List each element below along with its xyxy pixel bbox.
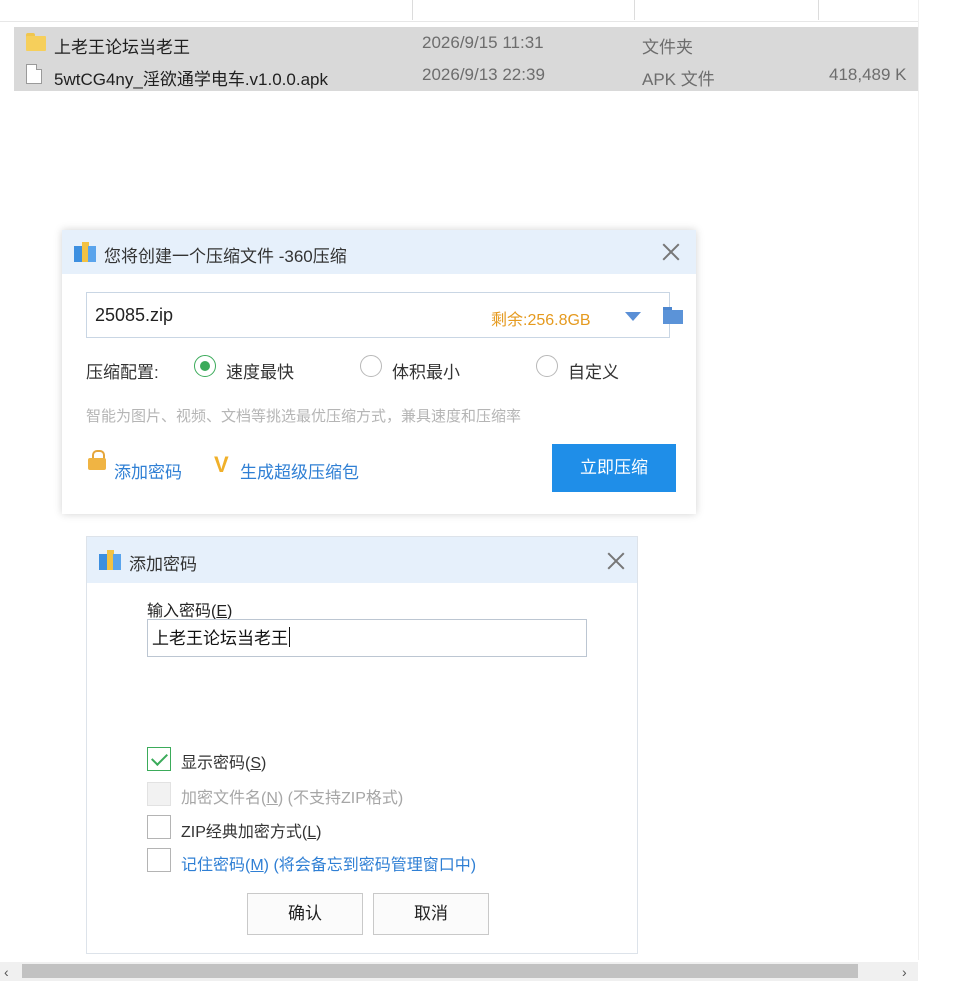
compress-config-label: 压缩配置: [86,363,159,382]
encrypt-filename-label: 加密文件名(N) (不支持ZIP格式) [181,790,404,807]
add-password-dialog: 添加密码 输入密码(E) 上老王论坛当老王 显示密码(S) 加密文件名(N) (… [86,536,638,954]
filename-text: 25085.zip [95,305,174,325]
file-type: 文件夹 [642,38,693,57]
radio-smallest-label[interactable]: 体积最小 [392,358,460,383]
password-input[interactable]: 上老王论坛当老王 [147,619,587,657]
360-zip-icon [99,550,121,570]
scrollbar-thumb[interactable] [22,964,858,978]
add-password-link[interactable]: 添加密码 [114,458,182,483]
file-icon [26,64,42,84]
vip-v-icon[interactable]: V [214,452,229,478]
file-row[interactable]: 5wtCG4ny_淫欲通学电车.v1.0.0.apk 2026/9/13 22:… [14,59,918,91]
remember-password-checkbox[interactable] [147,848,171,872]
file-date: 2026/9/15 11:31 [422,33,544,52]
browse-folder-icon[interactable] [663,307,685,325]
radio-custom[interactable] [536,355,558,377]
super-pack-link[interactable]: 生成超级压缩包 [240,458,359,483]
compress-dialog-titlebar[interactable]: 您将创建一个压缩文件 -360压缩 [62,230,696,274]
radio-smallest[interactable] [360,355,382,377]
file-row[interactable]: 上老王论坛当老王 2026/9/15 11:31 文件夹 [14,27,918,59]
file-list-header [0,0,918,22]
free-space-label: 剩余:256.8GB [491,312,591,329]
360-zip-icon [74,242,96,262]
compress-now-button[interactable]: 立即压缩 [552,444,676,492]
confirm-button[interactable]: 确认 [247,893,363,935]
cancel-button[interactable]: 取消 [373,893,489,935]
file-size: 418,489 K [829,65,907,84]
file-name: 5wtCG4ny_淫欲通学电车.v1.0.0.apk [54,70,328,89]
show-password-checkbox[interactable] [147,747,171,771]
password-input-label: 输入密码(E) [147,603,233,620]
file-date: 2026/9/13 22:39 [422,65,545,84]
chevron-down-icon[interactable] [625,312,641,321]
close-icon[interactable] [660,241,682,263]
zip-classic-encryption-checkbox[interactable] [147,815,171,839]
scroll-right-icon[interactable]: › [902,964,907,980]
file-name: 上老王论坛当老王 [54,38,190,57]
column-separator[interactable] [412,0,413,20]
password-value: 上老王论坛当老王 [152,629,288,648]
radio-fastest-label[interactable]: 速度最快 [226,358,294,383]
close-icon[interactable] [605,550,627,572]
column-separator[interactable] [634,0,635,20]
compress-dialog-title: 您将创建一个压缩文件 -360压缩 [104,247,347,266]
password-dialog-titlebar[interactable]: 添加密码 [87,537,637,583]
file-type: APK 文件 [642,70,715,89]
remember-password-label[interactable]: 记住密码(M) (将会备忘到密码管理窗口中) [181,851,476,875]
compress-dialog: 您将创建一个压缩文件 -360压缩 25085.zip 剩余:256.8GB 压… [62,230,696,514]
lock-icon[interactable] [88,450,106,472]
filename-input[interactable]: 25085.zip 剩余:256.8GB [86,292,683,338]
radio-fastest[interactable] [194,355,216,377]
encrypt-filename-checkbox [147,782,171,806]
zip-classic-encryption-label[interactable]: ZIP经典加密方式(L) [181,818,321,842]
right-panel-edge [918,0,960,960]
radio-custom-label[interactable]: 自定义 [568,358,619,383]
horizontal-scrollbar[interactable]: ‹ › [0,962,918,981]
text-cursor [289,627,290,647]
password-dialog-title: 添加密码 [129,555,197,574]
column-separator[interactable] [818,0,819,20]
folder-icon [26,33,46,51]
compress-hint: 智能为图片、视频、文档等挑选最优压缩方式，兼具速度和压缩率 [86,408,522,425]
scroll-left-icon[interactable]: ‹ [4,964,9,980]
show-password-label[interactable]: 显示密码(S) [181,749,266,773]
